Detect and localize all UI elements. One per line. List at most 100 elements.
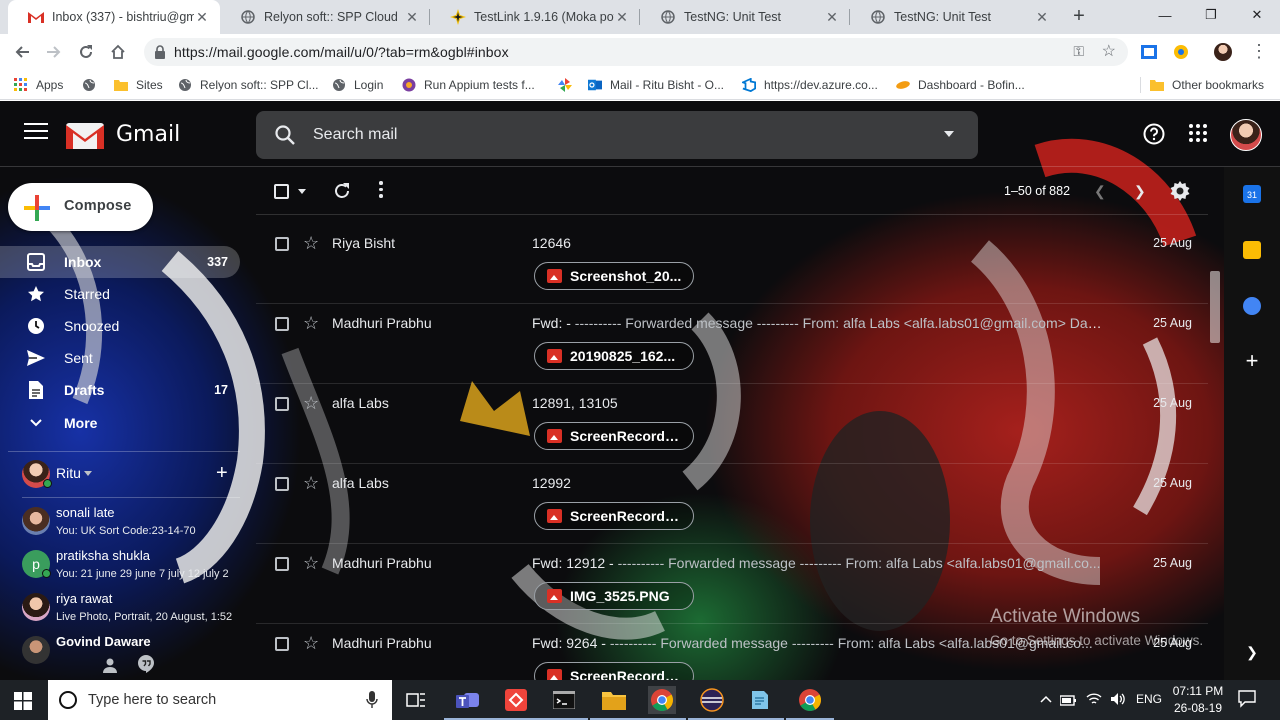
hangouts-contact[interactable]: sonali late You: UK Sort Code:23-14-70 [22, 505, 252, 545]
action-center-icon[interactable] [1238, 690, 1256, 708]
search-options-caret-icon[interactable] [944, 131, 954, 137]
older-page-chevron-icon[interactable]: ❯ [1134, 183, 1146, 200]
star-icon[interactable]: ☆ [303, 473, 319, 494]
chrome-second-window-icon[interactable] [786, 686, 834, 720]
row-checkbox[interactable] [275, 557, 289, 571]
tab-relyon[interactable]: Relyon soft:: SPP Cloud ✕ [220, 0, 430, 34]
bookmark-apps[interactable]: Apps [14, 75, 63, 95]
key-icon[interactable]: ⚿ [1073, 43, 1084, 60]
clock-date[interactable]: 26-08-19 [1170, 701, 1226, 715]
bookmark-azure[interactable]: https://dev.azure.co... [742, 75, 878, 95]
home-button[interactable] [105, 39, 131, 65]
google-apps-icon[interactable] [1188, 123, 1208, 143]
taskbar-search-input[interactable]: Type here to search [88, 692, 216, 708]
close-tab-icon[interactable]: ✕ [824, 9, 840, 26]
hangouts-chat-icon[interactable] [138, 655, 154, 673]
select-all-checkbox[interactable] [274, 184, 289, 199]
search-input[interactable]: Search mail [313, 126, 397, 144]
anydesk-icon[interactable] [492, 686, 540, 720]
teams-icon[interactable] [444, 686, 492, 720]
nav-starred[interactable]: Starred [0, 278, 240, 310]
bookmark-star-icon[interactable]: ☆ [1102, 41, 1116, 61]
volume-icon[interactable] [1110, 692, 1126, 706]
forward-button[interactable] [41, 39, 67, 65]
minimize-button[interactable]: — [1142, 0, 1188, 30]
expand-panel-chevron-icon[interactable]: ❯ [1243, 643, 1261, 661]
nav-drafts[interactable]: Drafts 17 [0, 374, 240, 406]
hangouts-contact[interactable]: riya rawat Live Photo, Portrait, 20 Augu… [22, 591, 252, 631]
gmail-logo-icon[interactable] [66, 121, 104, 149]
eclipse-icon[interactable] [688, 686, 736, 720]
attachment-chip[interactable]: ScreenRecordin... [534, 502, 694, 530]
row-checkbox[interactable] [275, 237, 289, 251]
settings-gear-icon[interactable] [1170, 181, 1190, 201]
row-checkbox[interactable] [275, 317, 289, 331]
nav-inbox[interactable]: Inbox 337 [0, 246, 240, 278]
tab-testng-1[interactable]: TestNG: Unit Test ✕ [640, 0, 850, 34]
hangouts-user[interactable]: Ritu + [22, 460, 240, 488]
calendar-icon[interactable]: 31 [1243, 185, 1261, 203]
microphone-icon[interactable] [366, 691, 378, 709]
star-icon[interactable]: ☆ [303, 233, 319, 254]
email-row[interactable]: ☆ alfa Labs 12891, 13105 25 Aug ScreenRe… [256, 384, 1208, 464]
bookmark-sites[interactable]: Sites [114, 75, 163, 95]
taskbar-search-box[interactable]: Type here to search [48, 680, 392, 720]
close-tab-icon[interactable]: ✕ [404, 9, 420, 26]
task-view-icon[interactable] [402, 686, 430, 714]
email-row[interactable]: ☆ Madhuri Prabhu Fwd: - ---------- Forwa… [256, 304, 1208, 384]
star-icon[interactable]: ☆ [303, 633, 319, 654]
star-icon[interactable]: ☆ [303, 313, 319, 334]
main-menu-button[interactable] [24, 123, 48, 143]
bookmark-outlook[interactable]: Mail - Ritu Bisht - O... [588, 75, 724, 95]
notepad-icon[interactable] [736, 686, 784, 720]
chrome-icon[interactable] [638, 686, 686, 720]
wifi-icon[interactable] [1086, 692, 1102, 706]
close-tab-icon[interactable]: ✕ [614, 9, 630, 26]
help-icon[interactable] [1143, 123, 1165, 145]
chrome-menu-icon[interactable]: ⋮ [1250, 42, 1268, 61]
account-avatar[interactable] [1230, 119, 1262, 151]
new-tab-button[interactable]: + [1068, 6, 1090, 28]
attachment-chip[interactable]: Screenshot_20... [534, 262, 694, 290]
windows-start-icon[interactable] [14, 692, 32, 710]
refresh-icon[interactable] [332, 181, 352, 201]
nav-snoozed[interactable]: Snoozed [0, 310, 240, 342]
close-window-button[interactable]: ✕ [1234, 0, 1280, 30]
bookmark-globe[interactable] [82, 75, 104, 95]
bookmark-bofin[interactable]: Dashboard - Bofin... [896, 75, 1025, 95]
search-icon[interactable] [274, 124, 296, 146]
keep-icon[interactable] [1243, 241, 1261, 259]
star-icon[interactable]: ☆ [303, 393, 319, 414]
row-checkbox[interactable] [275, 637, 289, 651]
attachment-chip[interactable]: ScreenRecordin... [534, 422, 694, 450]
email-row[interactable]: ☆ Riya Bisht 12646 25 Aug Screenshot_20.… [256, 224, 1208, 304]
tasks-icon[interactable] [1243, 297, 1261, 315]
nav-sent[interactable]: Sent [0, 342, 240, 374]
compose-button[interactable]: Compose [8, 183, 153, 231]
address-bar[interactable]: https://mail.google.com/mail/u/0/?tab=rm… [144, 38, 1128, 66]
tab-testng-2[interactable]: TestNG: Unit Test ✕ [850, 0, 1060, 34]
bookmark-relyon[interactable]: Relyon soft:: SPP Cl... [178, 75, 319, 95]
attachment-chip[interactable]: 20190825_162... [534, 342, 694, 370]
get-addons-plus-icon[interactable]: + [1243, 350, 1261, 372]
clock-time[interactable]: 07:11 PM [1170, 684, 1226, 698]
command-prompt-icon[interactable] [540, 686, 588, 720]
row-checkbox[interactable] [275, 397, 289, 411]
back-button[interactable] [9, 39, 35, 65]
close-tab-icon[interactable]: ✕ [1034, 9, 1050, 26]
bookmark-other[interactable]: Other bookmarks [1150, 75, 1264, 95]
caret-down-icon[interactable] [84, 471, 92, 476]
mail-list-scrollbar[interactable] [1210, 271, 1220, 343]
star-icon[interactable]: ☆ [303, 553, 319, 574]
newer-page-chevron-icon[interactable]: ❮ [1094, 183, 1106, 200]
restore-button[interactable]: ❐ [1188, 0, 1234, 30]
screen-capture-extension-icon[interactable] [1140, 43, 1158, 61]
reload-button[interactable] [73, 39, 99, 65]
email-row[interactable]: ☆ alfa Labs 12992 25 Aug ScreenRecordin.… [256, 464, 1208, 544]
search-mail-box[interactable]: Search mail [256, 111, 978, 159]
attachment-chip[interactable]: IMG_3525.PNG [534, 582, 694, 610]
hangouts-contact[interactable]: p pratiksha shukla You: 21 june 29 june … [22, 548, 252, 588]
attachment-chip[interactable]: ScreenRecordin... [534, 662, 694, 680]
bookmark-login[interactable]: Login [332, 75, 383, 95]
new-conversation-plus-icon[interactable]: + [216, 462, 228, 485]
